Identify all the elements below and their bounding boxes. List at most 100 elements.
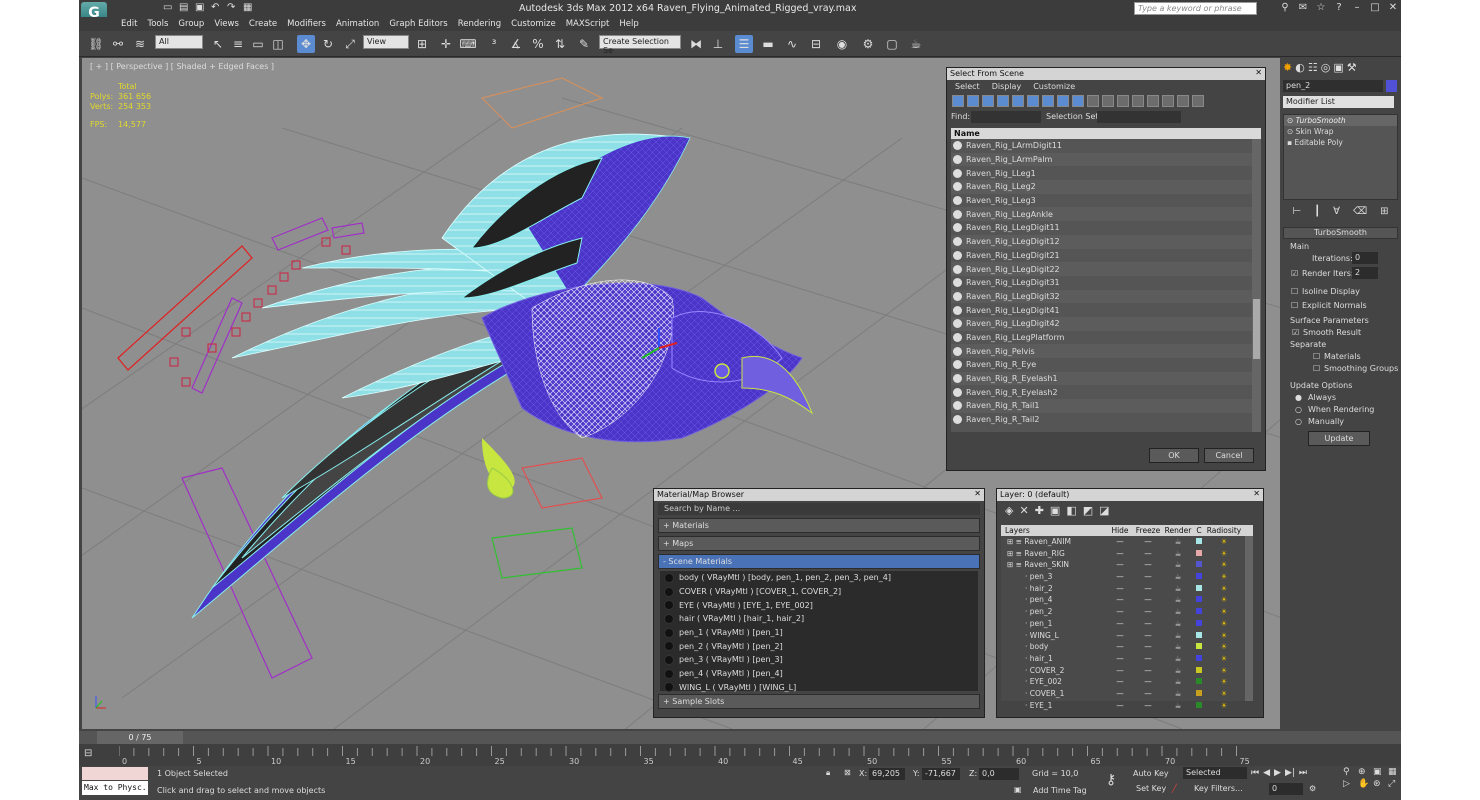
render-teapot-icon[interactable]: ☕	[1163, 630, 1193, 642]
isoline-checkbox[interactable]: ☐	[1291, 287, 1298, 296]
radiosity-icon[interactable]: ☀	[1205, 618, 1243, 630]
go-to-start-icon[interactable]: ⏮	[1251, 768, 1259, 778]
zoom-all-icon[interactable]: ⊕	[1358, 767, 1371, 777]
open-file-icon[interactable]: ▤	[179, 2, 191, 14]
material-editor-icon[interactable]: ◉	[833, 35, 851, 53]
create-tab-icon[interactable]: ✸	[1283, 61, 1292, 74]
new-file-icon[interactable]: ▭	[163, 2, 175, 14]
maxscript-listener-pink[interactable]	[82, 767, 148, 780]
save-icon[interactable]: ▣	[195, 2, 207, 14]
snaps-toggle-icon[interactable]: ³	[485, 35, 503, 53]
freeze-toggle[interactable]: —	[1133, 630, 1163, 642]
display-bones-icon[interactable]	[1072, 95, 1084, 107]
col-render[interactable]: Render	[1163, 525, 1193, 536]
render-teapot-icon[interactable]: ☕	[1163, 583, 1193, 595]
radiosity-icon[interactable]: ☀	[1205, 536, 1243, 548]
layer-color-swatch[interactable]	[1193, 665, 1205, 677]
spinner-snap-icon[interactable]: ⇅	[551, 35, 569, 53]
scene-material-item[interactable]: WING_L ( VRayMtl ) [WING_L]	[660, 681, 978, 695]
maxscript-mini-listener[interactable]: Max to Physc.	[82, 781, 148, 795]
scene-object-row[interactable]: Raven_Rig_LLegDigit41	[951, 303, 1261, 317]
stack-item-turbosmooth[interactable]: ⊙ TurboSmooth	[1284, 115, 1397, 126]
layer-row[interactable]: · WING_L — — ☕ ☀	[1001, 630, 1253, 642]
freeze-toggle[interactable]: —	[1133, 583, 1163, 595]
edit-named-selection-icon[interactable]: ✎	[575, 35, 593, 53]
layer-expand-icon[interactable]: ⊞ ≡	[1007, 537, 1024, 546]
render-teapot-icon[interactable]: ☕	[1163, 536, 1193, 548]
layer-color-swatch[interactable]	[1193, 676, 1205, 688]
go-to-end-icon[interactable]: ⏭	[1299, 768, 1307, 778]
zoom-extents-all-icon[interactable]: ▦	[1388, 767, 1401, 777]
close-icon[interactable]: ✕	[1255, 68, 1262, 77]
freeze-toggle[interactable]: —	[1133, 688, 1163, 700]
scene-object-row[interactable]: Raven_Rig_LLeg3	[951, 193, 1261, 208]
layer-manager-icon[interactable]: ☰	[735, 35, 753, 53]
col-radiosity[interactable]: Radiosity	[1205, 525, 1243, 536]
select-by-name-icon[interactable]: ≡	[229, 35, 247, 53]
binoculars-icon[interactable]: ⚲	[1279, 2, 1291, 14]
hide-toggle[interactable]: —	[1107, 653, 1133, 665]
render-setup-icon[interactable]: ⚙	[859, 35, 877, 53]
scene-object-list[interactable]: Name Raven_Rig_LArmDigit11 Raven_Rig_LArm…	[951, 128, 1261, 432]
unlink-icon[interactable]: ⚯	[109, 35, 127, 53]
select-move-icon[interactable]: ✥	[297, 35, 315, 53]
render-teapot-icon[interactable]: ☕	[1163, 700, 1193, 712]
scene-object-row[interactable]: Raven_Rig_LLegDigit32	[951, 289, 1261, 304]
sfs-menu-customize[interactable]: Customize	[1033, 82, 1075, 91]
graphite-tools-icon[interactable]: ▬	[759, 35, 777, 53]
layer-color-swatch[interactable]	[1193, 700, 1205, 712]
select-invert-icon[interactable]	[1162, 95, 1174, 107]
display-containers-icon[interactable]	[1087, 95, 1099, 107]
menu-group[interactable]: Group	[173, 17, 209, 31]
hide-toggle[interactable]: —	[1107, 641, 1133, 653]
name-column-header[interactable]: Name	[951, 128, 1261, 139]
layer-row[interactable]: · pen_4— — ☕ ☀	[1001, 594, 1253, 606]
menu-animation[interactable]: Animation	[331, 17, 384, 31]
schematic-view-icon[interactable]: ⊟	[807, 35, 825, 53]
object-color-swatch[interactable]	[1386, 80, 1397, 92]
render-iters-spinner[interactable]: 2	[1352, 267, 1378, 279]
scene-object-row[interactable]: Raven_Rig_LLegDigit42	[951, 316, 1261, 331]
play-icon[interactable]: ▶	[1274, 768, 1281, 778]
radiosity-icon[interactable]: ☀	[1205, 606, 1243, 618]
menu-rendering[interactable]: Rendering	[453, 17, 506, 31]
display-lights-icon[interactable]	[982, 95, 994, 107]
radiosity-icon[interactable]: ☀	[1205, 653, 1243, 665]
scene-material-item[interactable]: pen_3 ( VRayMtl ) [pen_3]	[660, 653, 978, 667]
render-teapot-icon[interactable]: ☕	[1163, 606, 1193, 618]
key-filters-button[interactable]: Key Filters...	[1194, 784, 1243, 793]
freeze-toggle[interactable]: —	[1133, 641, 1163, 653]
scene-object-row[interactable]: Raven_Rig_LArmPalm	[951, 152, 1261, 167]
maximize-viewport-icon[interactable]: ⤢	[1388, 779, 1401, 789]
display-helpers-icon[interactable]	[1012, 95, 1024, 107]
hide-toggle[interactable]: —	[1107, 594, 1133, 606]
layer-color-swatch[interactable]	[1193, 559, 1205, 571]
selection-filter-dropdown[interactable]: All	[155, 35, 203, 49]
menu-modifiers[interactable]: Modifiers	[282, 17, 331, 31]
display-xrefs-icon[interactable]	[1057, 95, 1069, 107]
star-icon[interactable]: ☆	[1315, 2, 1327, 14]
layer-color-swatch[interactable]	[1193, 548, 1205, 560]
menu-customize[interactable]: Customize	[506, 17, 561, 31]
hide-toggle[interactable]: —	[1107, 688, 1133, 700]
layer-row[interactable]: · pen_1— — ☕ ☀	[1001, 618, 1253, 630]
scene-material-item[interactable]: pen_1 ( VRayMtl ) [pen_1]	[660, 626, 978, 640]
x-coordinate[interactable]: 69,205	[869, 768, 905, 780]
hide-toggle[interactable]: —	[1107, 665, 1133, 677]
delete-layer-icon[interactable]: ✕	[1019, 504, 1028, 517]
render-teapot-icon[interactable]: ☕	[1163, 641, 1193, 653]
turbosmooth-rollout-title[interactable]: TurboSmooth	[1283, 227, 1398, 239]
absolute-mode-icon[interactable]: ⊠	[844, 768, 851, 777]
sync-selection-icon[interactable]	[1192, 95, 1204, 107]
align-icon[interactable]: ⊥	[709, 35, 727, 53]
percent-snap-icon[interactable]: %	[529, 35, 547, 53]
scene-object-row[interactable]: Raven_Rig_LLegDigit22	[951, 262, 1261, 276]
time-slider[interactable]: 0 / 75	[79, 731, 1401, 744]
show-end-result-icon[interactable]: ┃	[1314, 206, 1320, 217]
layer-expand-icon[interactable]: ⊞ ≡	[1007, 560, 1024, 569]
freeze-toggle[interactable]: —	[1133, 548, 1163, 560]
selection-set-dropdown[interactable]	[1097, 111, 1181, 123]
freeze-toggle[interactable]: —	[1133, 559, 1163, 571]
list-scrollbar[interactable]	[1252, 139, 1261, 432]
select-all-icon[interactable]	[1132, 95, 1144, 107]
